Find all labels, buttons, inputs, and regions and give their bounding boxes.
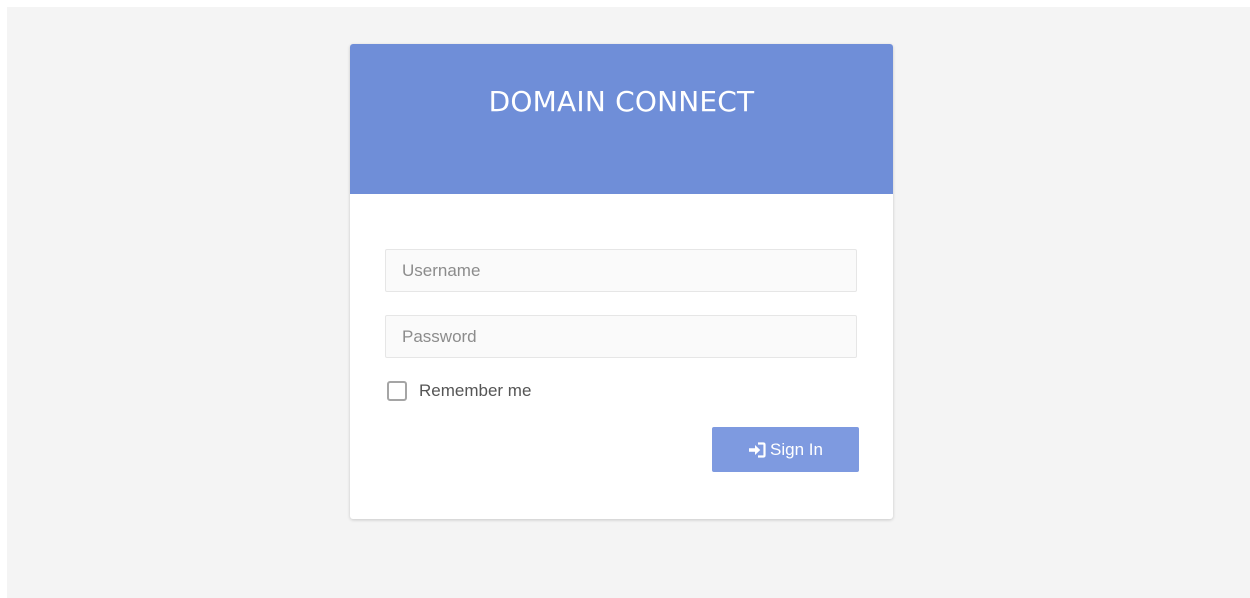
- login-header: DOMAIN CONNECT: [350, 44, 893, 194]
- app-title: DOMAIN CONNECT: [488, 85, 755, 118]
- username-input[interactable]: [385, 249, 857, 292]
- remember-me-row[interactable]: Remember me: [387, 379, 531, 403]
- password-input[interactable]: [385, 315, 857, 358]
- sign-in-icon: [748, 441, 766, 458]
- remember-me-checkbox[interactable]: [387, 381, 407, 401]
- sign-in-label: Sign In: [770, 439, 823, 459]
- remember-me-label: Remember me: [419, 381, 532, 400]
- login-card: DOMAIN CONNECT Remember me Sign In: [350, 44, 893, 519]
- sign-in-button[interactable]: Sign In: [712, 427, 859, 472]
